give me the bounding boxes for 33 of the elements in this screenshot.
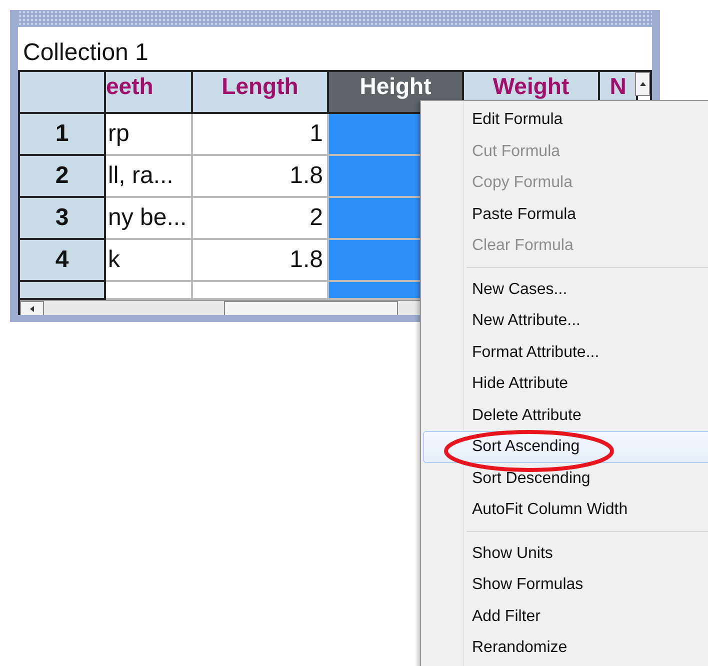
table-cell: 2 <box>193 198 329 240</box>
menu-item[interactable]: Show Formulas <box>423 569 708 600</box>
menu-item[interactable]: Rerandomize <box>423 632 708 664</box>
table-cell: 1.8 <box>193 156 329 198</box>
menu-item[interactable]: Add Filter <box>423 600 708 632</box>
row-number: 2 <box>20 156 106 198</box>
table-cell: 1 <box>193 114 329 156</box>
column-header[interactable]: Length <box>193 72 329 114</box>
table-cell: rp <box>106 114 193 156</box>
menu-item[interactable]: AutoFit Column Width <box>423 494 708 526</box>
menu-item[interactable]: Hide Attribute <box>423 368 708 400</box>
row-number: 1 <box>20 114 106 156</box>
left-arrow-icon <box>30 306 34 312</box>
row-number: 4 <box>20 240 106 282</box>
menu-item[interactable]: Paste Formula <box>423 198 708 230</box>
table-cell: ny be... <box>106 198 193 240</box>
menu-item[interactable]: Sort Ascending <box>423 431 708 462</box>
table-cell: 1.8 <box>193 240 329 282</box>
menu-item[interactable]: Delete Attribute <box>423 400 708 431</box>
menu-item[interactable]: New Attribute... <box>423 305 708 336</box>
window-title: Collection 1 <box>22 38 150 68</box>
column-header[interactable]: eeth <box>106 72 193 114</box>
scroll-left-button[interactable] <box>20 301 44 315</box>
menu-item[interactable]: Format Attribute... <box>423 336 708 368</box>
menu-item[interactable]: New Cases... <box>423 274 708 305</box>
scroll-up-button[interactable] <box>635 72 650 96</box>
row-number: 3 <box>20 198 106 240</box>
table-cell: ll, ra... <box>106 156 193 198</box>
up-arrow-icon <box>640 82 646 86</box>
scroll-thumb[interactable] <box>224 301 398 315</box>
menu-item[interactable]: Sort Descending <box>423 462 708 494</box>
menu-item[interactable]: Show Units <box>423 538 708 569</box>
table-cell: k <box>106 240 193 282</box>
